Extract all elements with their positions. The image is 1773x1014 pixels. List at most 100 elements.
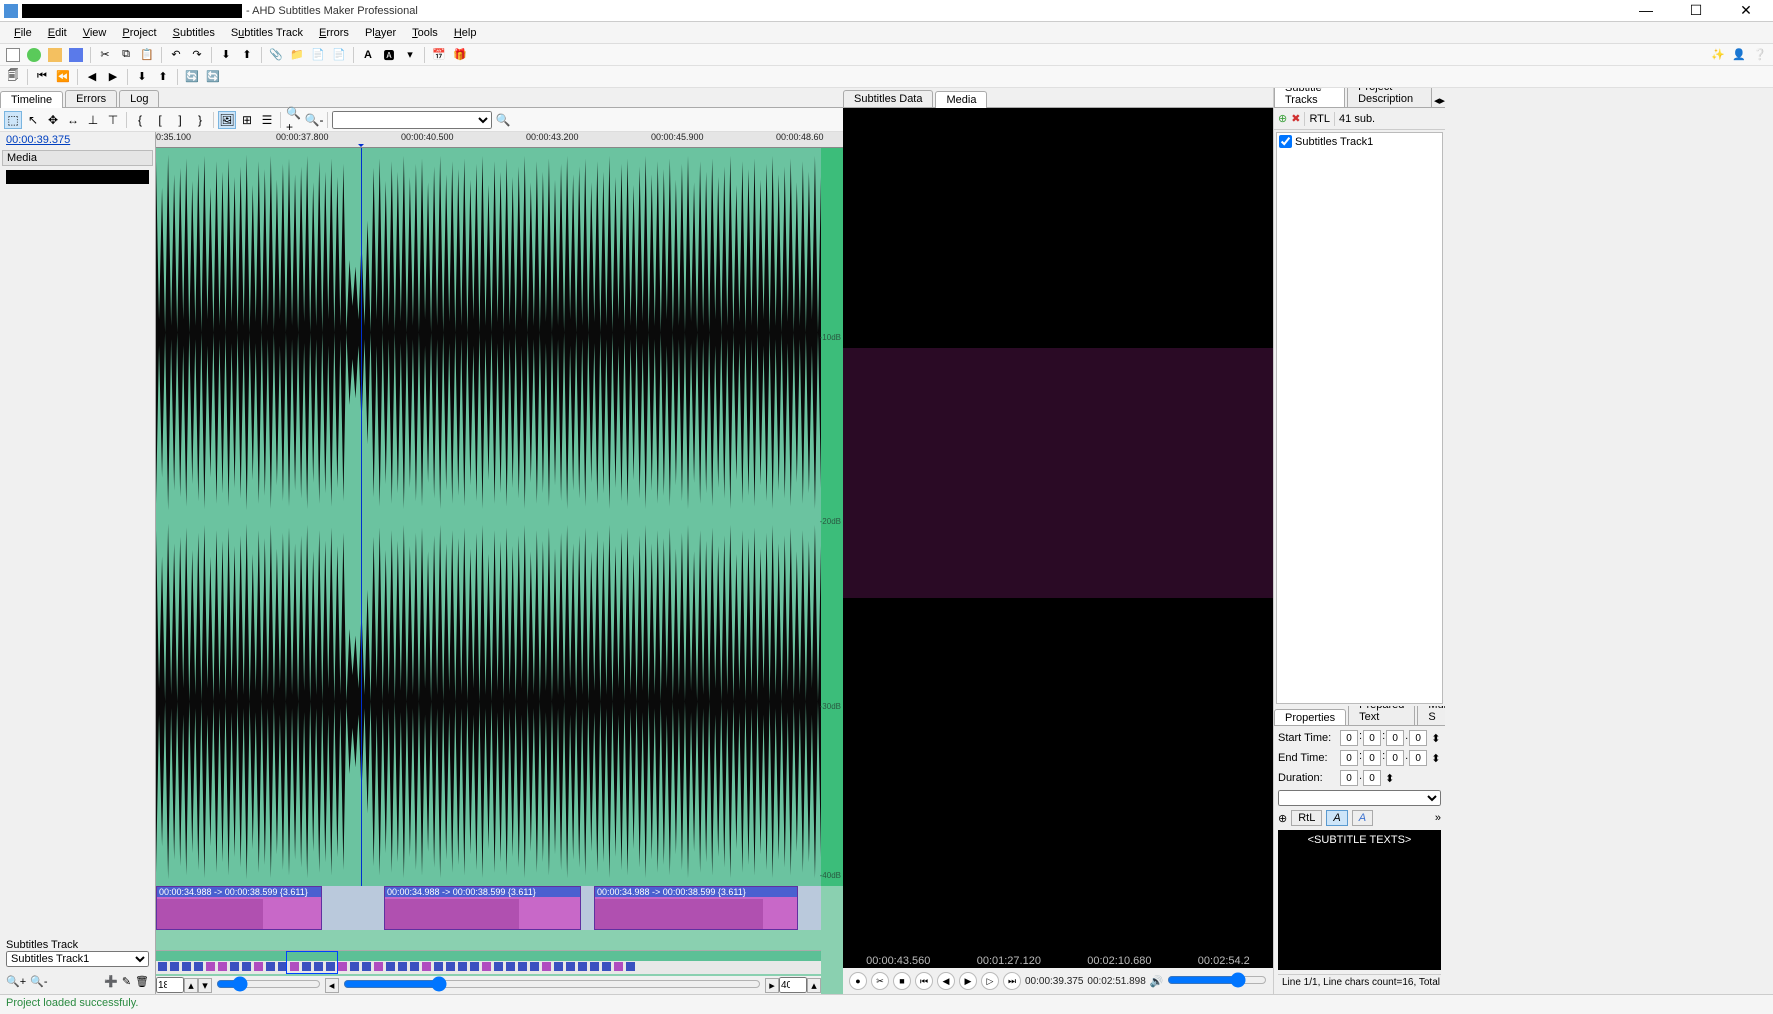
skip-back-player-icon[interactable]: ⏮	[915, 972, 933, 990]
list-icon[interactable]: ☰	[258, 111, 276, 129]
refresh2-icon[interactable]: 🔄	[204, 68, 222, 86]
font-icon[interactable]: 🅰	[380, 46, 398, 64]
rtl-toggle[interactable]: RTL	[1309, 113, 1330, 125]
zoom-out-timeline-icon[interactable]: 🔍-	[30, 975, 47, 988]
menu-project[interactable]: Project	[114, 25, 164, 41]
doc-icon[interactable]: 📄	[309, 46, 327, 64]
zoom-in-icon[interactable]: 🔍+	[285, 111, 303, 129]
maximize-button[interactable]: ☐	[1681, 2, 1711, 19]
bracket-r-icon[interactable]: ]	[171, 111, 189, 129]
help-icon[interactable]: ❔	[1751, 46, 1769, 64]
zoom-preset-select[interactable]	[332, 111, 492, 129]
add-track-icon[interactable]: ⊕	[1278, 112, 1287, 125]
skip-back-icon[interactable]: ⏮	[33, 68, 51, 86]
bracket-open-icon[interactable]: {	[131, 111, 149, 129]
gift-icon[interactable]: 🎁	[451, 46, 469, 64]
zoom-slider[interactable]	[216, 976, 321, 992]
tab-log[interactable]: Log	[119, 90, 159, 107]
zoom-up-icon[interactable]: ▴	[184, 978, 198, 993]
minimap-viewport[interactable]	[286, 951, 338, 974]
tracks-list[interactable]: Subtitles Track1	[1276, 132, 1443, 704]
next-player-icon[interactable]: ▷	[981, 972, 999, 990]
tab-media[interactable]: Media	[935, 91, 987, 108]
track-delete-icon[interactable]: 🗑	[135, 975, 149, 988]
menu-player[interactable]: Player	[357, 25, 404, 41]
play-icon[interactable]: ▶	[959, 972, 977, 990]
tab-project-description[interactable]: Project Description	[1347, 88, 1432, 107]
menu-help[interactable]: Help	[446, 25, 485, 41]
merge-icon[interactable]: ⊤	[104, 111, 122, 129]
tab-subtitles-data[interactable]: Subtitles Data	[843, 90, 933, 107]
open-icon[interactable]	[46, 46, 64, 64]
subtitle-text-preview[interactable]: <SUBTITLE TEXTS>	[1278, 830, 1441, 970]
video-display[interactable]	[843, 108, 1273, 954]
bracket-l-icon[interactable]: [	[151, 111, 169, 129]
bracket-close-icon[interactable]: }	[191, 111, 209, 129]
import-icon[interactable]: ⬇	[217, 46, 235, 64]
tab-timeline[interactable]: Timeline	[0, 91, 63, 108]
dur-ms[interactable]	[1363, 770, 1381, 786]
zoom-out-icon[interactable]: 🔍-	[305, 111, 323, 129]
scroll-right-icon[interactable]: ▸	[765, 978, 779, 993]
end-stepper-icon[interactable]: ⬍	[1431, 752, 1440, 765]
select-tool-icon[interactable]: ⬚	[4, 111, 22, 129]
start-stepper-icon[interactable]: ⬍	[1431, 732, 1440, 745]
tab-subtitle-tracks[interactable]: Subtitle Tracks	[1274, 88, 1345, 108]
zoom-down-icon[interactable]: ▾	[198, 978, 212, 993]
expand-arrows-icon[interactable]: »	[1435, 812, 1441, 824]
move-tool-icon[interactable]: ✥	[44, 111, 62, 129]
new-project-icon[interactable]	[25, 46, 43, 64]
italic-icon[interactable]: A	[1326, 810, 1347, 826]
prev-player-icon[interactable]: ◀	[937, 972, 955, 990]
magic-icon[interactable]: ✨	[1709, 46, 1727, 64]
subtitles-track-select[interactable]: Subtitles Track1	[6, 951, 149, 967]
end-h[interactable]	[1340, 750, 1358, 766]
menu-view[interactable]: View	[75, 25, 115, 41]
dropdown-icon[interactable]: ▾	[401, 46, 419, 64]
cut-icon[interactable]: ✂	[96, 46, 114, 64]
skip-fwd-player-icon[interactable]: ⏭	[1003, 972, 1021, 990]
track-add-icon[interactable]: ➕	[104, 975, 118, 988]
apply-zoom-icon[interactable]: 🔍	[494, 111, 512, 129]
start-ms[interactable]	[1409, 730, 1427, 746]
track-edit-icon[interactable]: ✎	[122, 975, 131, 988]
files-icon[interactable]: 🗐	[4, 68, 22, 86]
menu-tools[interactable]: Tools	[404, 25, 446, 41]
calendar-icon[interactable]: 📅	[430, 46, 448, 64]
track-checkbox[interactable]	[1279, 135, 1292, 148]
grid-icon[interactable]: ⊞	[238, 111, 256, 129]
split-icon[interactable]: ⊥	[84, 111, 102, 129]
subtitle-block[interactable]: 00:00:34.988 -> 00:00:38.599 {3.611}	[384, 886, 581, 930]
folder-icon[interactable]: 📁	[288, 46, 306, 64]
tab-multiple[interactable]: Multiple S	[1417, 706, 1445, 725]
volume-slider[interactable]	[1167, 972, 1267, 988]
tab-properties[interactable]: Properties	[1274, 709, 1346, 726]
start-m[interactable]	[1363, 730, 1381, 746]
subtitle-block[interactable]: 00:00:34.988 -> 00:00:38.599 {3.611}	[594, 886, 798, 930]
mark-out-icon[interactable]: ⬆	[154, 68, 172, 86]
font-select[interactable]	[1278, 790, 1441, 806]
font-color-icon[interactable]: A	[1352, 810, 1373, 826]
close-button[interactable]: ✕	[1731, 2, 1761, 19]
copy-icon[interactable]: ⧉	[117, 46, 135, 64]
next-icon[interactable]: ▶	[104, 68, 122, 86]
rewind-icon[interactable]: ⏪	[54, 68, 72, 86]
redo-icon[interactable]: ↷	[188, 46, 206, 64]
scroll-left-icon[interactable]: ◂	[325, 978, 339, 993]
start-s[interactable]	[1386, 730, 1404, 746]
track-item[interactable]: Subtitles Track1	[1279, 135, 1440, 148]
user-icon[interactable]: 👤	[1730, 46, 1748, 64]
zoom-level-input[interactable]	[156, 977, 184, 993]
pointer-tool-icon[interactable]: ↖	[24, 111, 42, 129]
prev-icon[interactable]: ◀	[83, 68, 101, 86]
paste-icon[interactable]: 📋	[138, 46, 156, 64]
remove-track-icon[interactable]: ✖	[1291, 112, 1300, 125]
volume-icon[interactable]: 🔊	[1150, 975, 1164, 988]
scroll-inc-icon[interactable]: ▴	[807, 978, 821, 993]
new-icon[interactable]	[4, 46, 22, 64]
waveform-icon[interactable]: 🖼	[218, 111, 236, 129]
menu-subtitles[interactable]: Subtitles	[165, 25, 223, 41]
subtitle-block[interactable]: 00:00:34.988 -> 00:00:38.599 {3.611}	[156, 886, 322, 930]
waveform-display[interactable]	[156, 148, 821, 886]
dur-stepper-icon[interactable]: ⬍	[1385, 772, 1394, 785]
